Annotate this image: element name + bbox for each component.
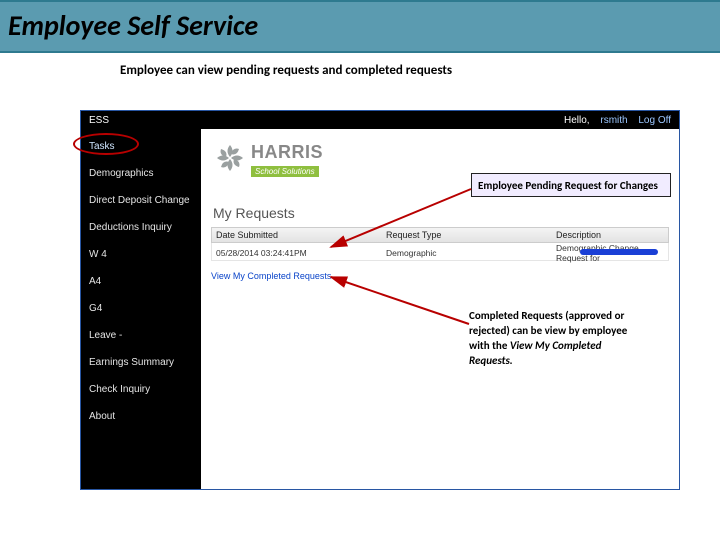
user-link[interactable]: rsmith (600, 115, 627, 126)
hello-label: Hello, (564, 115, 590, 126)
sidebar-item-label: Earnings Summary (89, 357, 174, 368)
sidebar-item-earnings[interactable]: Earnings Summary (81, 349, 201, 376)
logoff-link[interactable]: Log Off (638, 115, 671, 126)
sidebar: Tasks Demographics Direct Deposit Change… (81, 129, 201, 489)
sidebar-item-g4[interactable]: G4 (81, 295, 201, 322)
sidebar-item-label: Demographics (89, 168, 153, 179)
sidebar-item-leave[interactable]: Leave - (81, 322, 201, 349)
col-desc: Description (556, 230, 664, 240)
col-date: Date Submitted (216, 230, 386, 240)
annotation-pending-text: Employee Pending Request for Changes (478, 179, 658, 192)
sidebar-item-about[interactable]: About (81, 403, 201, 430)
main-panel: HARRIS School Solutions Employee Pending… (201, 129, 679, 489)
sidebar-item-label: Check Inquiry (89, 384, 150, 395)
brand-logo-icon (215, 143, 245, 173)
app-header: ESS Hello, rsmith Log Off (81, 111, 679, 129)
ess-app-screenshot: ESS Hello, rsmith Log Off Tasks Demograp… (80, 110, 680, 490)
sidebar-item-label: Deductions Inquiry (89, 222, 172, 233)
slide-title: Employee Self Service (8, 8, 712, 43)
brand-name: HARRIS (251, 143, 323, 161)
sidebar-item-a4[interactable]: A4 (81, 268, 201, 295)
grid-header: Date Submitted Request Type Description (211, 227, 669, 243)
slide-title-bar: Employee Self Service (0, 0, 720, 53)
sidebar-item-label: About (89, 411, 115, 422)
sidebar-item-demographics[interactable]: Demographics (81, 160, 201, 187)
sidebar-item-label: Tasks (89, 141, 115, 152)
table-row[interactable]: 05/28/2014 03:24:41PM Demographic Demogr… (211, 243, 669, 261)
col-type: Request Type (386, 230, 556, 240)
sidebar-item-label: Direct Deposit Change (89, 195, 190, 206)
sidebar-item-direct-deposit[interactable]: Direct Deposit Change (81, 187, 201, 214)
brand-subtitle: School Solutions (251, 166, 319, 177)
annotation-redaction-scribble (580, 249, 658, 255)
sidebar-item-label: Leave - (89, 330, 122, 341)
cell-date: 05/28/2014 03:24:41PM (216, 248, 386, 258)
sidebar-item-tasks[interactable]: Tasks (81, 133, 201, 160)
sidebar-item-label: A4 (89, 276, 101, 287)
sidebar-item-deductions[interactable]: Deductions Inquiry (81, 214, 201, 241)
sidebar-item-w4[interactable]: W 4 (81, 241, 201, 268)
sidebar-item-label: G4 (89, 303, 102, 314)
annotation-completed-text: Completed Requests (approved or rejected… (469, 309, 639, 368)
app-header-right: Hello, rsmith Log Off (564, 115, 671, 126)
app-name: ESS (89, 115, 109, 126)
slide-subtitle: Employee can view pending requests and c… (120, 63, 720, 78)
section-title: My Requests (213, 205, 669, 221)
view-completed-link[interactable]: View My Completed Requests (211, 271, 669, 281)
sidebar-item-label: W 4 (89, 249, 107, 260)
sidebar-item-check-inquiry[interactable]: Check Inquiry (81, 376, 201, 403)
annotation-pending-box: Employee Pending Request for Changes (471, 173, 671, 197)
cell-type: Demographic (386, 248, 556, 258)
